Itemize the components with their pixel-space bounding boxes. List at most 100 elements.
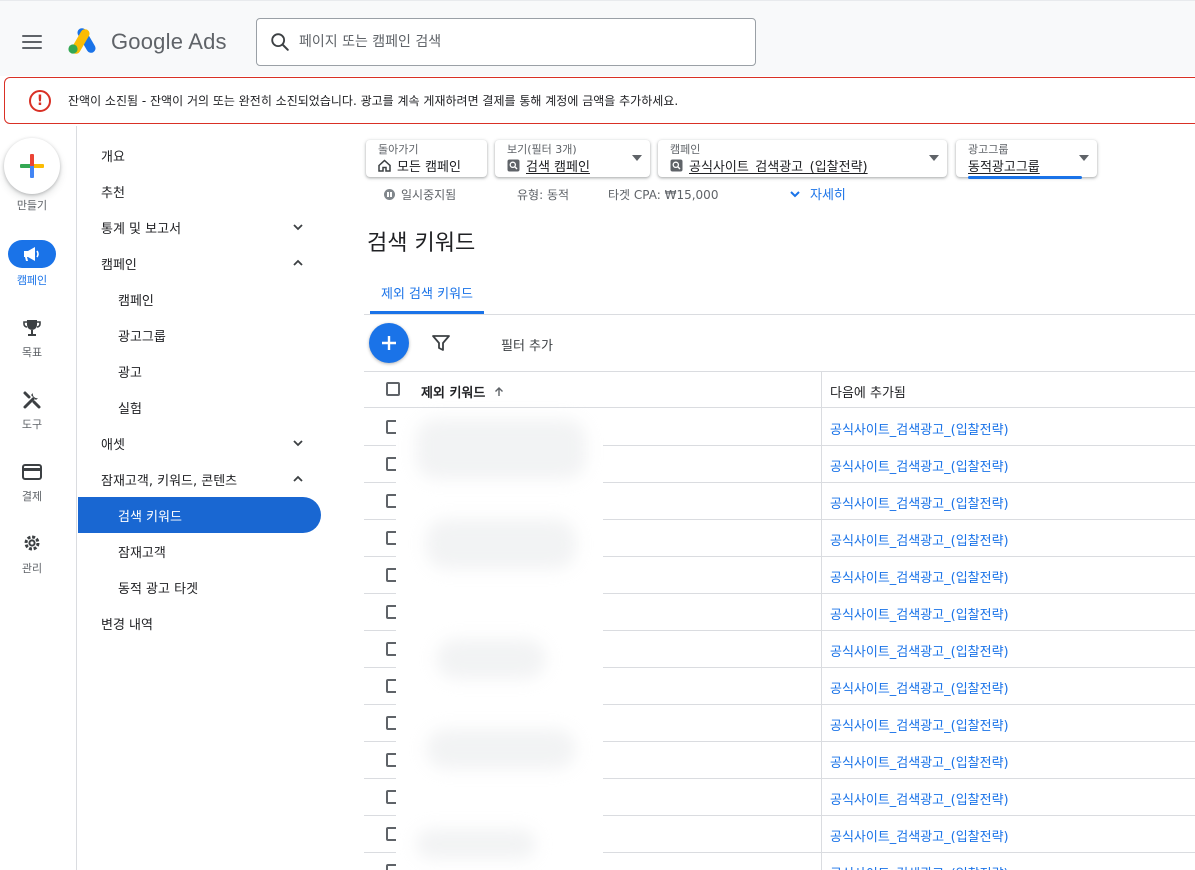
- nav-campaigns-group[interactable]: 캠페인: [78, 245, 321, 281]
- chip-value: 모든 캠페인: [397, 160, 461, 175]
- megaphone-icon: [24, 247, 39, 261]
- nav-label: 변경 내역: [101, 617, 153, 633]
- nav-ad-groups[interactable]: 광고그룹: [78, 317, 321, 353]
- added-to-link[interactable]: 공식사이트_검색광고_(입찰전략): [830, 789, 1009, 808]
- added-to-link[interactable]: 공식사이트_검색광고_(입찰전략): [830, 493, 1009, 512]
- pause-icon: [384, 189, 395, 200]
- added-to-link[interactable]: 공식사이트_검색광고_(입찰전략): [830, 456, 1009, 475]
- menu-icon[interactable]: [22, 35, 42, 49]
- chip-value: 공식사이트_검색광고_(입찰전략): [689, 160, 868, 175]
- chevron-up-icon: [293, 259, 303, 266]
- column-header-added-to[interactable]: 다음에 추가됨: [830, 382, 906, 401]
- nav-overview[interactable]: 개요: [78, 137, 321, 173]
- brand-name: Google Ads: [111, 29, 227, 54]
- added-to-link[interactable]: 공식사이트_검색광고_(입찰전략): [830, 604, 1009, 623]
- trophy-icon[interactable]: [20, 316, 44, 340]
- added-to-link[interactable]: 공식사이트_검색광고_(입찰전략): [830, 641, 1009, 660]
- nav-experiments[interactable]: 실험: [78, 389, 321, 425]
- nav-label: 추천: [101, 185, 125, 201]
- target-cpa-meta: 타겟 CPA: ₩15,000: [608, 188, 719, 202]
- dropdown-arrow-icon: [1079, 155, 1089, 161]
- details-link[interactable]: 자세히: [788, 184, 846, 203]
- campaign-rail-button[interactable]: [8, 240, 56, 268]
- view-filter-chip[interactable]: 보기(필터 3개) 검색 캠페인: [495, 140, 650, 177]
- chip-label: 돌아가기: [378, 143, 419, 156]
- search-campaign-icon: [670, 159, 683, 172]
- balance-alert: ! 잔액이 소진됨 - 잔액이 거의 또는 완전히 소진되었습니다. 광고를 계…: [4, 77, 1195, 124]
- nav-ads[interactable]: 광고: [78, 353, 321, 389]
- nav-dynamic-targets[interactable]: 동적 광고 타겟: [78, 569, 321, 605]
- select-all-checkbox[interactable]: [386, 382, 400, 396]
- added-to-link[interactable]: 공식사이트_검색광고_(입찰전략): [830, 715, 1009, 734]
- added-to-link[interactable]: 공식사이트_검색광고_(입찰전략): [830, 419, 1009, 438]
- added-to-link[interactable]: 공식사이트_검색광고_(입찰전략): [830, 530, 1009, 549]
- search-campaign-icon: [507, 159, 520, 172]
- credit-card-icon[interactable]: [20, 460, 44, 484]
- search-input[interactable]: [299, 34, 719, 50]
- nav-audiences[interactable]: 잠재고객: [78, 533, 321, 569]
- details-label: 자세히: [810, 188, 846, 203]
- loading-bar: [968, 176, 1082, 179]
- nav-recommendations[interactable]: 추천: [78, 173, 321, 209]
- adgroup-chip[interactable]: 광고그룹 동적광고그룹: [956, 140, 1097, 179]
- column-header-keyword[interactable]: 제외 키워드: [421, 382, 505, 401]
- billing-label: 결제: [21, 490, 43, 503]
- gear-icon[interactable]: [20, 531, 44, 555]
- left-rail: 만들기 캠페인 목표 도구 결제 관리: [0, 126, 77, 870]
- tools-icon[interactable]: [20, 388, 44, 412]
- create-button[interactable]: [4, 138, 60, 194]
- nav-label: 개요: [101, 149, 125, 165]
- nav-label: 동적 광고 타겟: [118, 581, 199, 597]
- top-header: Google Ads: [0, 0, 1195, 76]
- back-chip[interactable]: 돌아가기 모든 캠페인: [366, 140, 487, 177]
- nav-search-keywords[interactable]: 검색 키워드: [78, 497, 321, 533]
- nav-campaigns[interactable]: 캠페인: [78, 281, 321, 317]
- added-to-link[interactable]: 공식사이트_검색광고_(입찰전략): [830, 826, 1009, 845]
- sidebar-nav: 개요 추천 통계 및 보고서 캠페인 캠페인 광고그룹 광고 실험 애셋 잠재고…: [78, 126, 364, 870]
- page-title: 검색 키워드: [367, 231, 476, 256]
- chip-value: 동적광고그룹: [968, 160, 1040, 175]
- dropdown-arrow-icon: [929, 155, 939, 161]
- chip-label: 광고그룹: [968, 143, 1009, 156]
- nav-reports[interactable]: 통계 및 보고서: [78, 209, 321, 245]
- table-header: 제외 키워드 다음에 추가됨: [364, 371, 1195, 408]
- arrow-up-icon: [495, 386, 504, 396]
- filter-icon[interactable]: [431, 333, 451, 353]
- nav-label: 잠재고객, 키워드, 콘텐츠: [101, 473, 238, 489]
- added-to-link[interactable]: 공식사이트_검색광고_(입찰전략): [830, 678, 1009, 697]
- tab-negative-keywords[interactable]: 제외 검색 키워드: [370, 274, 484, 314]
- main-content: 돌아가기 모든 캠페인 보기(필터 3개) 검색 캠페인 캠페인 공식사이트_검…: [364, 126, 1195, 870]
- nav-label: 광고: [118, 365, 142, 381]
- nav-label: 통계 및 보고서: [101, 221, 182, 237]
- alert-message: 잔액이 소진됨 - 잔액이 거의 또는 완전히 소진되었습니다. 광고를 계속 …: [68, 94, 679, 108]
- admin-label: 관리: [21, 562, 43, 575]
- nav-assets[interactable]: 애셋: [78, 425, 321, 461]
- chevron-down-icon: [293, 440, 303, 447]
- plus-icon-vertical: [30, 154, 34, 178]
- search-icon: [271, 33, 289, 51]
- add-button[interactable]: [369, 323, 409, 363]
- campaign-chip[interactable]: 캠페인 공식사이트_검색광고_(입찰전략): [658, 140, 947, 177]
- added-to-link[interactable]: 공식사이트_검색광고_(입찰전략): [830, 863, 1009, 870]
- goals-label: 목표: [21, 346, 43, 359]
- search-box[interactable]: [256, 18, 756, 66]
- added-to-link[interactable]: 공식사이트_검색광고_(입찰전략): [830, 567, 1009, 586]
- nav-audiences-group[interactable]: 잠재고객, 키워드, 콘텐츠: [78, 461, 321, 497]
- add-filter-button[interactable]: 필터 추가: [501, 335, 553, 354]
- nav-label: 검색 키워드: [118, 509, 182, 525]
- tools-label: 도구: [21, 418, 43, 431]
- chip-label: 보기(필터 3개): [507, 143, 577, 156]
- campaign-rail-label: 캠페인: [16, 274, 48, 287]
- home-icon: [378, 159, 391, 172]
- added-to-link[interactable]: 공식사이트_검색광고_(입찰전략): [830, 752, 1009, 771]
- chip-value: 검색 캠페인: [526, 160, 590, 175]
- redacted-keywords-area: [396, 409, 603, 870]
- nav-label: 캠페인: [118, 293, 154, 309]
- nav-label: 잠재고객: [118, 545, 166, 561]
- tab-divider: [364, 314, 1195, 315]
- chevron-down-icon: [790, 190, 800, 197]
- plus-icon: [382, 336, 396, 350]
- nav-change-history[interactable]: 변경 내역: [78, 605, 321, 641]
- nav-label: 광고그룹: [118, 329, 166, 345]
- type-meta: 유형: 동적: [517, 188, 570, 202]
